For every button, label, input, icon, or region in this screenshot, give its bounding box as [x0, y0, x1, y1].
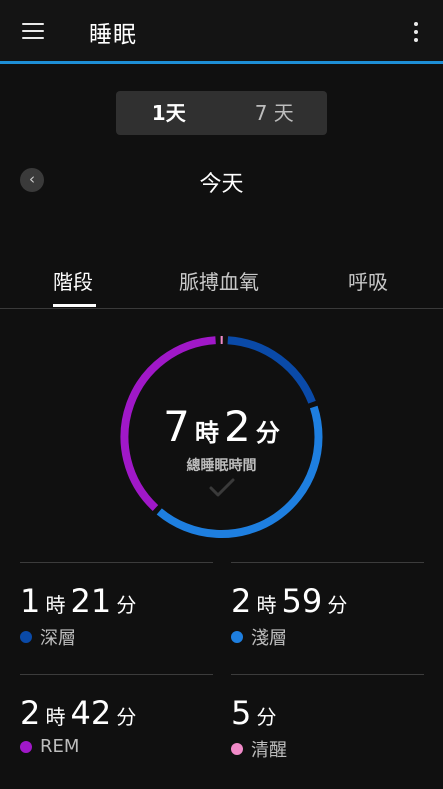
range-toggle: 1天 7 天	[116, 91, 327, 135]
total-hours-unit: 時	[194, 419, 219, 447]
stat-divider	[231, 562, 424, 563]
stat-light-value: 2 時 59 分	[231, 582, 347, 620]
tab-stages[interactable]: 階段	[53, 266, 93, 295]
legend-dot	[20, 740, 32, 753]
stat-light-minutes: 59	[281, 582, 323, 620]
legend-dot	[231, 743, 243, 755]
hamburger-menu-icon[interactable]	[20, 18, 48, 46]
stat-rem-minutes: 42	[70, 694, 112, 732]
stat-rem-minutes-unit: 分	[116, 705, 137, 729]
page-title: 睡眠	[89, 22, 137, 48]
stat-deep-value: 1 時 21 分	[20, 582, 136, 620]
stat-divider	[20, 562, 213, 563]
stat-deep-legend: 深層	[20, 624, 76, 650]
stat-awake-legend: 清醒	[231, 736, 287, 762]
tab-active-indicator	[53, 304, 96, 307]
legend-dot	[20, 631, 32, 643]
total-minutes: 2	[224, 402, 251, 451]
stat-light-label: 淺層	[251, 628, 287, 649]
tab-respiration[interactable]: 呼吸	[348, 266, 388, 295]
stat-divider	[231, 674, 424, 675]
checkmark-icon	[209, 478, 235, 497]
stat-deep-label: 深層	[40, 628, 76, 649]
more-vert-icon[interactable]	[404, 18, 428, 46]
stat-deep-minutes: 21	[70, 582, 112, 620]
stat-awake-minutes: 5	[231, 694, 252, 732]
stat-deep-minutes-unit: 分	[116, 593, 137, 617]
stat-light-hours: 2	[231, 582, 252, 620]
total-sleep-label: 總睡眠時間	[186, 458, 257, 474]
legend-dot	[231, 631, 243, 643]
stat-light-hours-unit: 時	[256, 593, 277, 617]
total-hours: 7	[163, 402, 190, 451]
app-bar: 睡眠	[0, 0, 443, 64]
range-option-7days[interactable]: 7 天	[222, 91, 328, 135]
range-option-1day[interactable]: 1天	[116, 91, 222, 135]
stat-rem-legend: REM	[20, 736, 79, 757]
stat-rem-hours: 2	[20, 694, 41, 732]
stat-awake-value: 5 分	[231, 694, 276, 732]
date-label: 今天	[199, 172, 244, 197]
stat-rem-hours-unit: 時	[45, 705, 66, 729]
stat-divider	[20, 674, 213, 675]
stat-deep-hours-unit: 時	[45, 593, 66, 617]
total-sleep-time: 7 時 2 分	[0, 402, 443, 451]
stat-light-legend: 淺層	[231, 624, 287, 650]
stat-awake-minutes-unit: 分	[256, 705, 277, 729]
tab-pulse-ox[interactable]: 脈搏血氧	[179, 266, 259, 295]
stat-deep-hours: 1	[20, 582, 41, 620]
total-minutes-unit: 分	[255, 419, 280, 447]
ring-segment-deep	[227, 336, 316, 404]
stat-awake-label: 清醒	[251, 740, 287, 761]
tab-bar: 階段 脈搏血氧 呼吸	[0, 260, 443, 309]
stat-rem-value: 2 時 42 分	[20, 694, 136, 732]
stat-light-minutes-unit: 分	[327, 593, 348, 617]
stat-rem-label: REM	[40, 736, 80, 757]
appbar-accent-line	[0, 61, 443, 64]
